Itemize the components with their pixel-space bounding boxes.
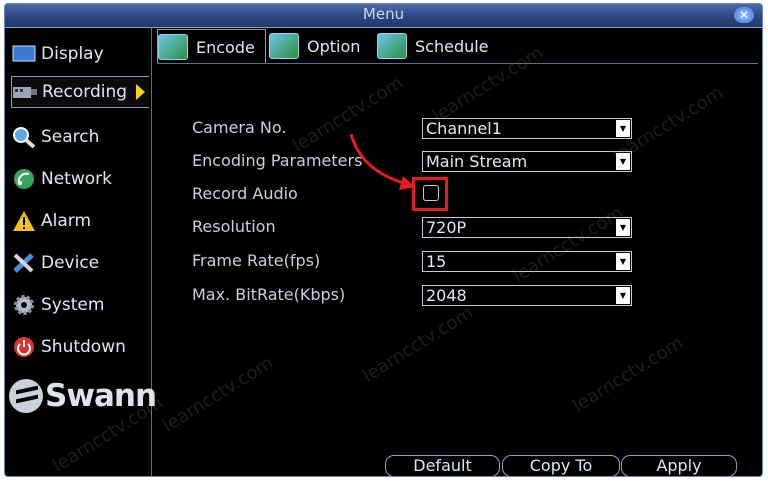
display-icon [11,43,37,65]
sidebar-item-label: Network [41,169,112,189]
active-arrow-icon [136,84,145,100]
encode-tab-icon [158,34,188,60]
title-bar: Menu ✕ [5,4,762,28]
chevron-down-icon: ▼ [616,287,630,304]
sidebar-item-shutdown[interactable]: Shutdown [11,331,149,363]
recording-icon [12,81,38,103]
sidebar-item-network[interactable]: Network [11,163,149,195]
frame-rate-label: Frame Rate(fps) [192,251,321,270]
apply-button[interactable]: Apply [621,455,737,476]
encoding-parameters-select[interactable]: Main Stream ▼ [422,151,632,172]
sidebar-item-search[interactable]: Search [11,121,149,153]
swann-logo-icon [9,379,43,413]
tab-label: Schedule [415,36,489,56]
sidebar-item-label: Recording [42,82,128,102]
sidebar-item-label: Search [41,127,100,147]
resolution-select[interactable]: 720P ▼ [422,217,632,238]
max-bitrate-label: Max. BitRate(Kbps) [192,285,346,304]
tab-encode[interactable]: Encode [157,29,266,64]
sidebar-item-device[interactable]: Device [11,247,149,279]
tab-label: Option [307,36,361,56]
sidebar-item-label: Display [41,44,104,64]
tab-option[interactable]: Option [269,29,360,63]
tab-schedule[interactable]: Schedule [377,29,489,63]
record-audio-label: Record Audio [192,184,298,203]
select-value: Main Stream [426,152,528,171]
option-tab-icon [269,33,299,59]
sidebar-item-label: System [41,295,105,315]
watermark: learncctv.com [508,202,627,287]
logo-text: Swann [45,378,157,414]
swann-logo: Swann [9,378,157,414]
select-value: Channel1 [426,119,502,138]
tab-label: Encode [196,37,255,57]
tab-divider [157,63,758,64]
max-bitrate-select[interactable]: 2048 ▼ [422,285,632,306]
default-button[interactable]: Default [385,455,500,476]
search-icon [11,126,37,148]
copy-to-button[interactable]: Copy To [502,455,620,476]
menu-window: Menu ✕ Display Recording Search Network [4,3,763,477]
sidebar-item-alarm[interactable]: Alarm [11,205,149,237]
network-icon [11,168,37,190]
schedule-tab-icon [377,33,407,59]
select-value: 15 [426,252,447,271]
chevron-down-icon: ▼ [616,153,630,170]
sidebar-item-recording[interactable]: Recording [11,76,149,108]
chevron-down-icon: ▼ [616,219,630,236]
window-title: Menu [362,5,405,23]
sidebar-item-label: Device [41,253,100,273]
resolution-label: Resolution [192,217,276,236]
sidebar-item-label: Alarm [41,211,92,231]
camera-no-label: Camera No. [192,118,287,137]
watermark: learncctv.com [568,332,687,417]
chevron-down-icon: ▼ [616,253,630,270]
chevron-down-icon: ▼ [616,120,630,137]
sidebar-item-label: Shutdown [41,337,126,357]
device-icon [11,252,37,274]
frame-rate-select[interactable]: 15 ▼ [422,251,632,272]
sidebar-item-display[interactable]: Display [11,38,149,70]
pointer-arrow-icon [349,133,415,190]
sidebar: Display Recording Search Network Alarm D… [5,28,157,476]
sidebar-item-system[interactable]: System [11,289,149,321]
select-value: 720P [426,218,467,237]
watermark: learncctv.com [158,352,277,437]
shutdown-icon [11,336,37,358]
select-value: 2048 [426,286,467,305]
close-icon[interactable]: ✕ [734,7,754,23]
alarm-icon [11,210,37,232]
watermark: learncctv.com [358,302,477,387]
camera-no-select[interactable]: Channel1 ▼ [422,118,632,139]
system-icon [11,294,37,316]
encoding-parameters-label: Encoding Parameters [192,151,363,170]
